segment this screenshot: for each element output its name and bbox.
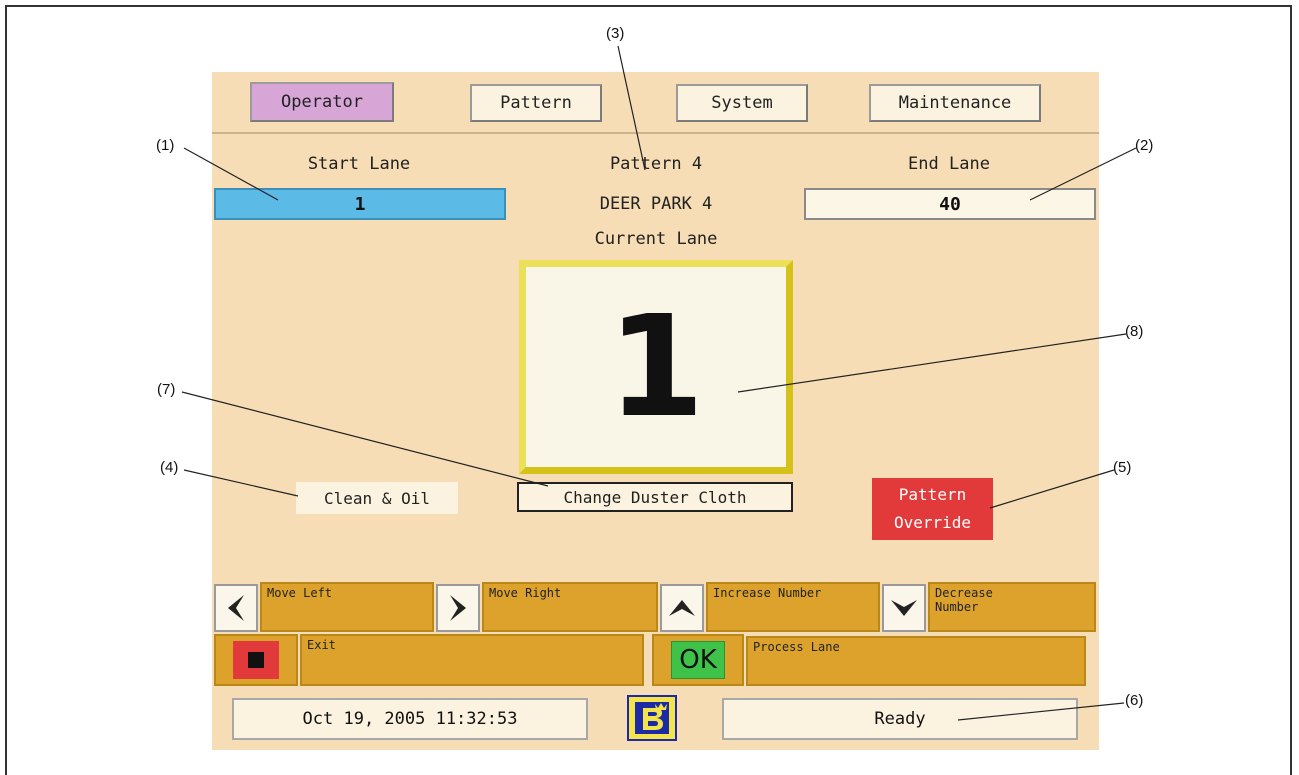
- callout-line-4: [183, 469, 299, 497]
- callout-line-2: [1029, 147, 1137, 201]
- callout-5: (5): [1113, 459, 1132, 476]
- callout-3: (3): [606, 25, 625, 42]
- callout-line-5: [989, 469, 1115, 509]
- callout-lines: [181, 45, 1137, 721]
- callout-1: (1): [156, 137, 175, 154]
- callout-8: (8): [1125, 323, 1144, 340]
- callout-2: (2): [1135, 137, 1154, 154]
- callout-line-1: [183, 147, 279, 201]
- callout-6: (6): [1125, 692, 1144, 709]
- callout-line-3: [617, 45, 646, 171]
- callout-line-8: [737, 333, 1127, 393]
- callout-7: (7): [157, 381, 176, 398]
- callout-4: (4): [160, 459, 179, 476]
- callout-line-6: [957, 702, 1125, 721]
- callout-line-7: [181, 391, 549, 487]
